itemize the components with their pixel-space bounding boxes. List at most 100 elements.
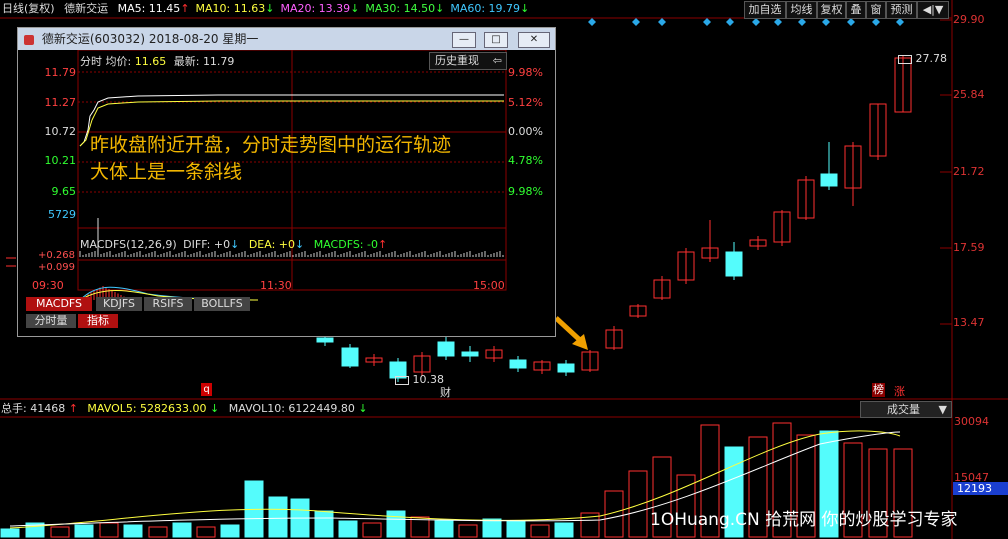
history-replay-button[interactable]: 历史重现 ⇦ <box>429 52 507 70</box>
price-tick-label: 25.84 <box>953 88 985 101</box>
signal-diamond-icon <box>752 18 760 26</box>
low-price-marker: 10.38 <box>395 373 444 386</box>
volume-bar <box>220 524 240 538</box>
diff-arrow-icon: ↓ <box>230 238 240 251</box>
avg-price: 11.65 <box>134 55 167 68</box>
fenshi-header: 分时 均价: 11.65 最新: 11.79 <box>80 53 234 69</box>
indicator-tab[interactable]: RSIFS <box>144 297 192 311</box>
volume-bar <box>458 524 478 538</box>
popup-title: 德新交运(603032) 2018-08-20 星期一 <box>41 32 259 46</box>
toolbar-button[interactable]: 预测 <box>886 1 917 19</box>
fenshi-label: 分时 <box>80 55 102 68</box>
ma-trend-arrow-icon: ↓ <box>265 2 275 15</box>
q-tag[interactable]: q <box>201 383 212 396</box>
ma-legend-item: MA20: 13.39 <box>280 2 351 15</box>
ma-trend-arrow-icon: ↓ <box>520 2 530 15</box>
restore-button[interactable]: □ <box>484 32 508 48</box>
candle-body <box>316 337 334 343</box>
mavol5-label: MAVOL5: 5282633.00 <box>87 402 207 415</box>
toolbar-button[interactable]: 叠 <box>846 1 866 19</box>
stock-name: 德新交运 <box>64 2 109 15</box>
arrow-left-icon: ⇦ <box>492 54 502 67</box>
ma-legend-item: MA30: 14.50 <box>365 2 436 15</box>
volume-header: 总手: 41468 ↑ MAVOL5: 5282633.00 ↓ MAVOL10… <box>0 401 1008 417</box>
signal-diamond-icon <box>726 18 734 26</box>
volume-bar <box>268 496 288 538</box>
volume-bar <box>338 520 358 538</box>
close-button[interactable]: ✕ <box>518 32 550 48</box>
volume-bar <box>628 470 648 538</box>
volume-bar <box>530 524 550 538</box>
intraday-popup[interactable]: 德新交运(603032) 2018-08-20 星期一 — □ ✕ 分时 均价:… <box>17 27 556 337</box>
indicator-dropdown[interactable]: 成交量 ▼ <box>860 401 952 418</box>
signal-diamond-icon <box>774 18 782 26</box>
finance-tag[interactable]: 财 <box>440 384 451 400</box>
toolbar-button[interactable]: 加自选 <box>744 1 786 19</box>
volume-total: 总手: 41468 <box>1 402 66 415</box>
history-replay-label: 历史重现 <box>435 54 479 67</box>
signal-diamond-icon <box>872 18 880 26</box>
candle-body <box>557 363 575 373</box>
popup-right-tick: 5.12% <box>508 96 543 109</box>
popup-left-tick: 11.27 <box>44 96 77 109</box>
app-icon <box>24 34 34 45</box>
ma-legend-item: MA5: 11.45 <box>117 2 181 15</box>
indicator-tab[interactable]: BOLLFS <box>194 297 250 311</box>
price-tick-label: 21.72 <box>953 165 985 178</box>
dea-arrow-icon: ↓ <box>295 238 305 251</box>
mavol5-arrow: ↓ <box>210 402 220 415</box>
volume-total-arrow: ↑ <box>68 402 78 415</box>
price-tick-label: 29.90 <box>953 13 985 26</box>
popup-right-tick: 9.98% <box>508 185 543 198</box>
volume-bar <box>172 522 192 538</box>
toolbar-button[interactable]: ◀|▼ <box>917 1 949 19</box>
popup-left-tick: 5729 <box>48 208 76 221</box>
signal-diamond-icon <box>703 18 711 26</box>
candle-body <box>461 351 479 357</box>
high-price-marker: 27.78 <box>898 52 947 65</box>
ma-legend-item: MA60: 19.79 <box>450 2 521 15</box>
volume-axis-top: 30094 <box>954 415 989 428</box>
latest-price: 11.79 <box>202 55 235 68</box>
volume-bar <box>196 526 216 538</box>
time-noon: 11:30 <box>260 279 292 292</box>
macd-name: MACDFS(12,26,9) <box>80 238 177 251</box>
signal-diamond-icon <box>896 18 904 26</box>
bottom-tab[interactable]: 分时量 <box>26 314 76 328</box>
candle-body <box>437 341 455 357</box>
intraday-chart <box>77 50 507 301</box>
candle-body <box>725 251 743 277</box>
popup-titlebar[interactable]: 德新交运(603032) 2018-08-20 星期一 — □ ✕ <box>18 28 555 50</box>
minimize-button[interactable]: — <box>452 32 476 48</box>
candle-body <box>820 173 838 187</box>
signal-diamond-icon <box>822 18 830 26</box>
highlight-arrow <box>554 316 584 344</box>
rank-tag[interactable]: 榜 <box>872 383 885 397</box>
toolbar-button[interactable]: 均线 <box>786 1 817 19</box>
volume-bar <box>434 520 454 538</box>
popup-right-tick: 4.78% <box>508 154 543 167</box>
ma-trend-arrow-icon: ↓ <box>350 2 360 15</box>
toolbar-button[interactable]: 窗 <box>866 1 886 19</box>
volume-bar <box>362 522 382 538</box>
chevron-down-icon: ▼ <box>938 403 947 416</box>
macd-axis-top: +0.268 <box>38 250 76 261</box>
indicator-tab[interactable]: MACDFS <box>26 297 92 311</box>
time-close: 15:00 <box>473 279 505 292</box>
volume-bar <box>314 510 334 538</box>
volume-bar <box>386 510 406 538</box>
mavol10-arrow: ↓ <box>358 402 368 415</box>
bottom-tab[interactable]: 指标 <box>78 314 118 328</box>
limit-up-tag[interactable]: 涨 <box>894 383 905 399</box>
price-tick-label: 17.59 <box>953 241 985 254</box>
latest-price-label: 最新: <box>173 55 200 68</box>
volume-bar <box>123 524 143 538</box>
toolbar-button[interactable]: 复权 <box>817 1 846 19</box>
popup-right-tick: 0.00% <box>508 125 543 138</box>
annotation-line-2: 大体上是一条斜线 <box>90 161 243 183</box>
indicator-tab[interactable]: KDJFS <box>96 297 142 311</box>
indicator-dropdown-label: 成交量 <box>887 403 920 416</box>
signal-diamond-icon <box>847 18 855 26</box>
ma-trend-arrow-icon: ↑ <box>180 2 190 15</box>
annotation-text: 昨收盘附近开盘，分时走势图中的运行轨迹 大体上是一条斜线 <box>90 132 451 186</box>
